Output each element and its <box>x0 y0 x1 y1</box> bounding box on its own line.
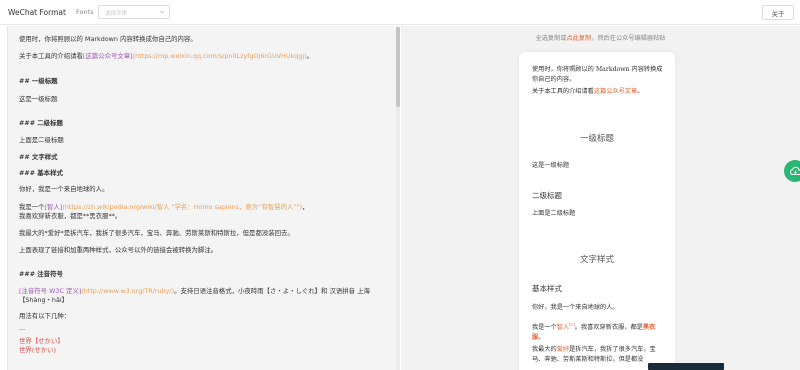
markdown-editor[interactable]: 使用时，你将照顾以的 Markdown 内容转换成你自己的内容。 关于本工具的介… <box>7 26 398 370</box>
copy-hint-suffix: ，然后在公众号编辑器粘贴 <box>591 35 666 42</box>
preview-heading-1: 文字样式 <box>579 255 614 265</box>
cloud-sync-button[interactable] <box>784 160 800 182</box>
preview-hobby-em: 爱好 <box>556 346 570 353</box>
editor-human-suffix: ， <box>302 203 309 211</box>
preview-article: 使用时，你将照顾以的 Markdown 内容转换成你自己的内容。 关于本工具的介… <box>519 52 675 370</box>
preview-paragraph: 你好，我是一个来自地球的人。 <box>532 304 619 311</box>
preview-human-mid: 。我喜欢穿新衣服，都是 <box>574 324 643 332</box>
editor-line: 我最大的*爱好*是拆汽车，我拆了很多汽车，宝马、奔驰、劳斯莱斯和特斯拉，但是都没… <box>19 229 294 237</box>
preview-hobby-prefix: 我最大的 <box>532 346 557 353</box>
editor-line: 上面是二级标题 <box>19 136 64 144</box>
top-bar: WeChat Format Fonts 选择字体 关于 <box>0 0 800 25</box>
preview-intro-suffix: 。 <box>637 88 644 95</box>
editor-line: ### 注音符号 <box>19 270 63 278</box>
editor-line: 世界【せかい】 <box>19 337 64 345</box>
editor-line: 这是一级标题 <box>19 95 58 103</box>
preview-paragraph-hobby: 我最大的爱好是拆汽车，我拆了很多汽车，宝马、奔驰、劳斯莱斯和特斯拉，但是都没 <box>532 345 664 365</box>
preview-paragraph-intro: 关于本工具的介绍请看这篇公众号文章。 <box>532 87 664 97</box>
editor-human-link-text: [智人] <box>44 203 63 211</box>
cloud-icon <box>789 166 800 175</box>
editor-line: 【Shàng・hǎi】 <box>19 296 69 304</box>
editor-intro-link-url: (https://mp.weixin.qq.com/s/pn0LzyfgOj6r… <box>132 52 307 60</box>
editor-line: ### 基本样式 <box>19 169 63 177</box>
preview-human-prefix: 我是一个 <box>532 324 557 332</box>
editor-line: ## 一级标题 <box>19 77 58 85</box>
editor-line-intro: 关于本工具的介绍请看[这篇公众号文章](https://mp.weixin.qq… <box>19 51 313 60</box>
about-button[interactable]: 关于 <box>762 5 794 20</box>
taskbar-strip <box>648 363 724 370</box>
copy-hint: 全选复制或点此复制，然后在公众号编辑器粘贴 <box>401 33 800 42</box>
preview-human-suffix: 。 <box>538 334 545 342</box>
editor-ruby-suffix: 。支持日语注音格式，小夜時雨【さ・よ・しぐれ】和 汉语拼音 上海 <box>174 287 370 295</box>
editor-human-link-url: (https://zh.wikipedia.org/wiki/智人 "学名：Ho… <box>62 203 303 211</box>
editor-line: 上面表现了链接和加重两种样式，公众号以外的链接会被转换为脚注。 <box>19 246 218 254</box>
editor-intro-suffix: 。 <box>306 52 313 60</box>
editor-line: ... <box>19 324 26 332</box>
editor-line: ## 文字样式 <box>19 153 58 161</box>
app-title: WeChat Format <box>8 8 66 17</box>
preview-intro-prefix: 关于本工具的介绍请看 <box>532 88 594 95</box>
editor-line: 你好，我是一个来自地球的人。 <box>19 185 109 193</box>
editor-line-human: 我是一个[智人](https://zh.wikipedia.org/wiki/智… <box>19 202 308 211</box>
editor-line: 用法有以下几种： <box>19 312 71 320</box>
preview-intro-link[interactable]: 这篇公众号文章 <box>594 88 637 95</box>
preview-heading-2: 二级标题 <box>532 191 562 200</box>
preview-paragraph: 这是一级标题 <box>532 162 570 169</box>
editor-line: 我喜欢穿新衣服，都是**黑衣服**。 <box>19 212 122 220</box>
copy-hint-prefix: 全选复制或 <box>535 35 567 42</box>
editor-line: 世界(せかい) <box>19 346 56 354</box>
editor-line: 使用时，你将照顾以的 Markdown 内容转换成你自己的内容。 <box>19 35 197 43</box>
editor-human-prefix: 我是一个 <box>19 203 45 211</box>
editor-ruby-link-text: [注音符号 W3C 定义] <box>19 287 82 295</box>
editor-ruby-link-url: (http://www.w3.org/TR/ruby/) <box>81 287 175 295</box>
editor-line: ### 二级标题 <box>19 119 63 127</box>
editor-line-ruby: [注音符号 W3C 定义](http://www.w3.org/TR/ruby/… <box>19 286 370 295</box>
font-select-placeholder: 选择字体 <box>105 11 128 17</box>
preview-paragraph-human: 我是一个智人[1]。我喜欢穿新衣服，都是黑衣服。 <box>532 320 664 343</box>
preview-paragraph: 使用时，你将照顾以的 Markdown 内容转换成你自己的内容。 <box>532 66 663 83</box>
editor-intro-link-text: [这篇公众号文章] <box>82 52 133 60</box>
editor-scrollbar-thumb[interactable] <box>396 27 400 107</box>
editor-intro-prefix: 关于本工具的介绍请看 <box>19 52 83 60</box>
preview-heading-2: 基本样式 <box>532 284 562 293</box>
preview-heading-1: 一级标题 <box>579 134 614 144</box>
copy-link[interactable]: 点此复制 <box>566 35 591 42</box>
preview-human-link[interactable]: 智人 <box>557 324 569 331</box>
font-select[interactable]: 选择字体 <box>98 5 170 19</box>
chevron-down-icon <box>159 10 165 14</box>
font-label: Fonts <box>76 8 94 16</box>
preview-pane: 全选复制或点此复制，然后在公众号编辑器粘贴 使用时，你将照顾以的 Markdow… <box>401 26 800 370</box>
preview-paragraph: 上面是二级标题 <box>532 210 576 217</box>
